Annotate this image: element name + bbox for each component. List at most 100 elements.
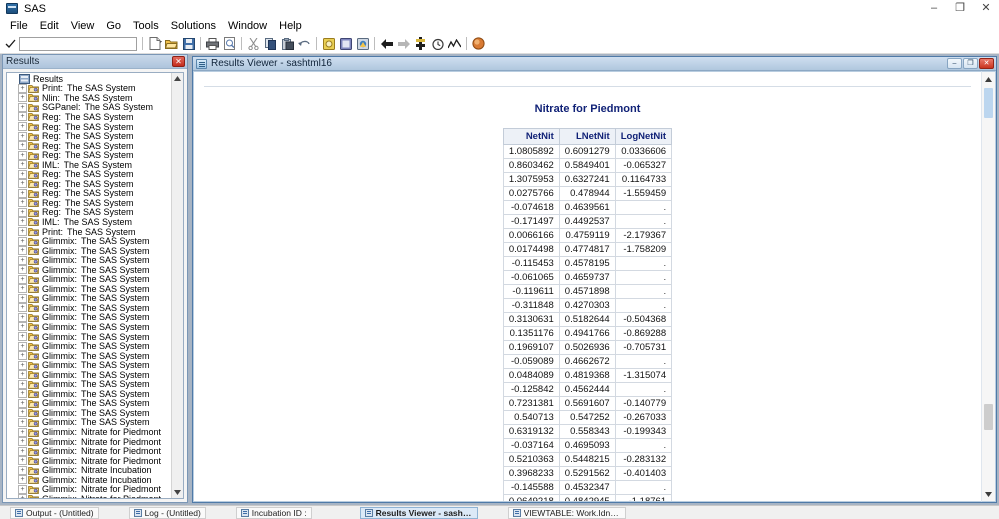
tree-node[interactable]: + Glimmix: The SAS System (9, 322, 171, 332)
tree-expander-icon[interactable]: + (18, 102, 27, 112)
tree-expander-icon[interactable]: + (18, 83, 27, 93)
tree-node[interactable]: + Glimmix: The SAS System (9, 265, 171, 275)
tree-expander-icon[interactable]: + (18, 198, 27, 208)
taskbar-button[interactable]: VIEWTABLE: Work.Idnot2 (507, 506, 626, 519)
forward-icon[interactable] (396, 36, 411, 51)
tree-expander-icon[interactable]: + (18, 446, 27, 456)
tree-node[interactable]: + Glimmix: The SAS System (9, 246, 171, 256)
results-panel-titlebar[interactable]: Results ✕ (3, 55, 187, 69)
submit-command-icon[interactable] (2, 36, 18, 52)
tree-node[interactable]: + Reg: The SAS System (9, 122, 171, 132)
tree-node[interactable]: + Reg: The SAS System (9, 207, 171, 217)
tree-expander-icon[interactable]: + (18, 427, 27, 437)
tree-node[interactable]: + Reg: The SAS System (9, 198, 171, 208)
tree-expander-icon[interactable]: + (18, 131, 27, 141)
tree-expander-icon[interactable]: + (18, 236, 27, 246)
back-icon[interactable] (379, 36, 394, 51)
scroll-down-icon[interactable] (982, 487, 995, 501)
menu-item-window[interactable]: Window (222, 19, 273, 33)
save-icon[interactable] (181, 36, 196, 51)
tree-expander-icon[interactable]: + (18, 408, 27, 418)
tree-node[interactable]: + Glimmix: The SAS System (9, 255, 171, 265)
tree-expander-icon[interactable]: + (18, 274, 27, 284)
tree-node[interactable]: + Glimmix: The SAS System (9, 389, 171, 399)
tree-node[interactable]: + Glimmix: The SAS System (9, 312, 171, 322)
results-viewer-close-button[interactable]: ✕ (979, 58, 994, 69)
taskbar-button[interactable]: Output - (Untitled) (10, 506, 99, 519)
tree-expander-icon[interactable]: + (18, 179, 27, 189)
results-panel-close-button[interactable]: ✕ (172, 56, 185, 67)
tree-node[interactable]: + Nlin: The SAS System (9, 93, 171, 103)
scroll-up-icon[interactable] (982, 72, 995, 86)
taskbar-button[interactable]: Results Viewer - sasht... (359, 506, 478, 519)
tree-node[interactable]: + IML: The SAS System (9, 160, 171, 170)
tree-expander-icon[interactable]: + (18, 207, 27, 217)
tree-expander-icon[interactable]: + (18, 93, 27, 103)
results-viewer-titlebar[interactable]: Results Viewer - sashtml16 – ❐ ✕ (193, 57, 996, 71)
tree-node[interactable]: + Glimmix: The SAS System (9, 408, 171, 418)
tree-expander-icon[interactable]: + (18, 303, 27, 313)
command-box[interactable] (19, 36, 162, 51)
tree-expander-icon[interactable]: + (18, 246, 27, 256)
results-viewer-scrollbar[interactable] (981, 71, 996, 502)
tree-expander-icon[interactable]: + (18, 379, 27, 389)
paste-icon[interactable] (280, 36, 295, 51)
tree-expander-icon[interactable]: + (18, 389, 27, 399)
tree-expander-icon[interactable]: + (18, 484, 27, 494)
results-viewer-restore-button[interactable]: ❐ (963, 58, 978, 69)
tree-expander-icon[interactable]: + (18, 456, 27, 466)
tree-node[interactable]: + Glimmix: The SAS System (9, 236, 171, 246)
tree-node[interactable]: + Glimmix: The SAS System (9, 379, 171, 389)
tree-node[interactable]: + Glimmix: Nitrate Incubation (9, 465, 171, 475)
scroll-up-icon[interactable] (172, 73, 183, 84)
stop-icon[interactable] (413, 36, 428, 51)
results-tree[interactable]: Results + Print: The SAS System + Nlin: The SA… (7, 73, 171, 498)
tree-node[interactable]: + Glimmix: Nitrate for Piedmont (9, 427, 171, 437)
tree-expander-icon[interactable]: + (18, 351, 27, 361)
log-icon[interactable] (338, 36, 353, 51)
window-close-button[interactable]: ✕ (973, 0, 999, 18)
tree-node[interactable]: + IML: The SAS System (9, 217, 171, 227)
new-icon[interactable] (147, 36, 162, 51)
tree-expander-icon[interactable]: + (18, 227, 27, 237)
tree-node[interactable]: + Reg: The SAS System (9, 131, 171, 141)
tree-node[interactable]: + Print: The SAS System (9, 83, 171, 93)
help-icon[interactable] (471, 36, 486, 51)
tree-node[interactable]: + Glimmix: The SAS System (9, 370, 171, 380)
tree-expander-icon[interactable]: + (18, 265, 27, 275)
tree-expander-icon[interactable]: + (18, 122, 27, 131)
menu-item-help[interactable]: Help (273, 19, 308, 33)
tree-expander-icon[interactable]: + (18, 255, 27, 265)
tree-expander-icon[interactable]: + (18, 293, 27, 303)
scrollbar-track[interactable] (982, 86, 995, 487)
taskbar-button[interactable]: Incubation ID : (235, 506, 312, 519)
tree-node[interactable]: + Reg: The SAS System (9, 179, 171, 189)
tree-expander-icon[interactable]: + (18, 217, 27, 227)
results-viewer-minimize-button[interactable]: – (947, 58, 962, 69)
menu-item-file[interactable]: File (4, 19, 34, 33)
menu-item-tools[interactable]: Tools (127, 19, 165, 33)
tree-node[interactable]: + Reg: The SAS System (9, 150, 171, 160)
command-input[interactable] (20, 37, 155, 50)
tree-node[interactable]: + Print: The SAS System (9, 227, 171, 237)
cut-icon[interactable] (246, 36, 261, 51)
scrollbar-thumb[interactable] (984, 404, 993, 430)
tree-node[interactable]: + Reg: The SAS System (9, 188, 171, 198)
tree-node[interactable]: + Glimmix: The SAS System (9, 360, 171, 370)
clock-icon[interactable] (430, 36, 445, 51)
taskbar-button[interactable]: Log - (Untitled) (128, 506, 206, 519)
copy-icon[interactable] (263, 36, 278, 51)
tree-node[interactable]: + Glimmix: Nitrate for Piedmont (9, 494, 171, 498)
tree-node[interactable]: + Reg: The SAS System (9, 169, 171, 179)
tree-node[interactable]: + Glimmix: The SAS System (9, 341, 171, 351)
tree-node[interactable]: + Glimmix: Nitrate for Piedmont (9, 456, 171, 466)
tree-node[interactable]: + Glimmix: The SAS System (9, 398, 171, 408)
tree-expander-icon[interactable]: + (18, 465, 27, 475)
tree-node[interactable]: + Glimmix: Nitrate for Piedmont (9, 484, 171, 494)
tree-node[interactable]: + Glimmix: The SAS System (9, 293, 171, 303)
tree-expander-icon[interactable]: + (18, 332, 27, 342)
tree-node[interactable]: + SGPanel: The SAS System (9, 102, 171, 112)
tree-node[interactable]: + Reg: The SAS System (9, 141, 171, 151)
results-tree-scrollbar[interactable] (171, 73, 183, 498)
tree-expander-icon[interactable]: + (18, 398, 27, 408)
